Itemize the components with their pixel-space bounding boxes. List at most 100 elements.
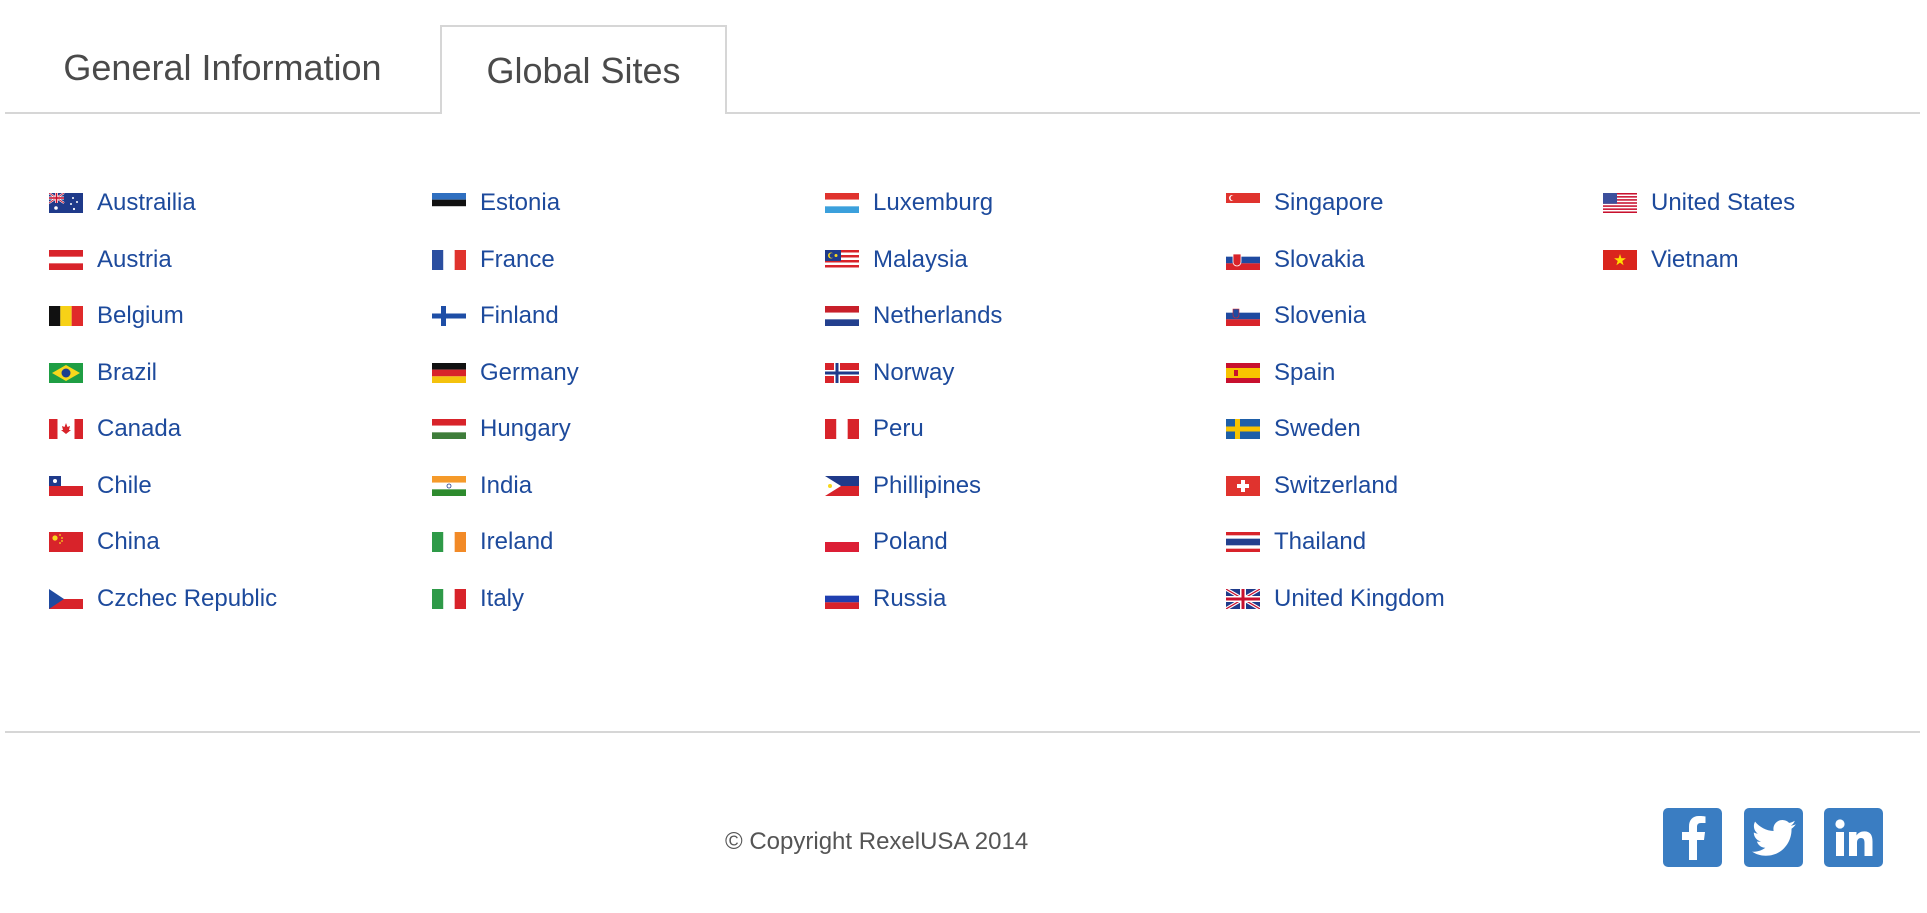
site-link[interactable]: Netherlands (873, 302, 1002, 330)
site-link[interactable]: Ireland (480, 528, 553, 556)
flag-brazil-icon (49, 362, 83, 383)
site-slovakia[interactable]: Slovakia (1226, 232, 1445, 289)
site-phillipines[interactable]: Phillipines (825, 458, 1002, 515)
site-link[interactable]: China (97, 528, 160, 556)
sites-column-3: Luxemburg Malaysia Netherlands Norway Pe… (825, 175, 1002, 627)
sites-column-4: Singapore Slovakia Slovenia Spain Sweden… (1226, 175, 1445, 627)
copyright-text: © Copyright RexelUSA 2014 (725, 828, 1029, 855)
linkedin-button[interactable] (1824, 808, 1883, 867)
site-china[interactable]: China (49, 514, 277, 571)
flag-netherlands-icon (825, 306, 859, 327)
site-link[interactable]: Slovakia (1274, 246, 1365, 274)
site-link[interactable]: Singapore (1274, 189, 1383, 217)
site-link[interactable]: India (480, 472, 532, 500)
site-link[interactable]: Malaysia (873, 246, 968, 274)
site-link[interactable]: Slovenia (1274, 302, 1366, 330)
site-austria[interactable]: Austria (49, 232, 277, 289)
flag-canada-icon (49, 419, 83, 440)
tab-general-information[interactable]: General Information (5, 24, 440, 112)
site-link[interactable]: Russia (873, 585, 946, 613)
flag-united-kingdom-icon (1226, 588, 1260, 609)
site-link[interactable]: Vietnam (1651, 246, 1739, 274)
site-link[interactable]: Sweden (1274, 415, 1361, 443)
site-link[interactable]: Austrailia (97, 189, 196, 217)
site-norway[interactable]: Norway (825, 345, 1002, 402)
site-link[interactable]: Finland (480, 302, 559, 330)
site-link[interactable]: Switzerland (1274, 472, 1398, 500)
site-hungary[interactable]: Hungary (432, 401, 579, 458)
flag-france-icon (432, 249, 466, 270)
site-link[interactable]: Estonia (480, 189, 560, 217)
flag-hungary-icon (432, 419, 466, 440)
site-link[interactable]: United Kingdom (1274, 585, 1445, 613)
site-france[interactable]: France (432, 232, 579, 289)
site-link[interactable]: Canada (97, 415, 181, 443)
tab-global-sites[interactable]: Global Sites (440, 25, 727, 114)
site-link[interactable]: Austria (97, 246, 172, 274)
flag-estonia-icon (432, 193, 466, 214)
flag-czech-republic-icon (49, 588, 83, 609)
site-singapore[interactable]: Singapore (1226, 175, 1445, 232)
flag-luxembourg-icon (825, 193, 859, 214)
site-link[interactable]: Phillipines (873, 472, 981, 500)
site-czchec-republic[interactable]: Czchec Republic (49, 571, 277, 628)
site-link[interactable]: France (480, 246, 555, 274)
site-india[interactable]: India (432, 458, 579, 515)
site-peru[interactable]: Peru (825, 401, 1002, 458)
site-malaysia[interactable]: Malaysia (825, 232, 1002, 289)
facebook-button[interactable] (1663, 808, 1722, 867)
site-finland[interactable]: Finland (432, 288, 579, 345)
site-austrailia[interactable]: Austrailia (49, 175, 277, 232)
site-link[interactable]: Hungary (480, 415, 571, 443)
flag-sweden-icon (1226, 419, 1260, 440)
site-link[interactable]: Thailand (1274, 528, 1366, 556)
flag-peru-icon (825, 419, 859, 440)
site-netherlands[interactable]: Netherlands (825, 288, 1002, 345)
site-germany[interactable]: Germany (432, 345, 579, 402)
site-switzerland[interactable]: Switzerland (1226, 458, 1445, 515)
flag-poland-icon (825, 532, 859, 553)
site-link[interactable]: Chile (97, 472, 152, 500)
site-chile[interactable]: Chile (49, 458, 277, 515)
site-link[interactable]: Luxemburg (873, 189, 993, 217)
site-poland[interactable]: Poland (825, 514, 1002, 571)
site-canada[interactable]: Canada (49, 401, 277, 458)
site-italy[interactable]: Italy (432, 571, 579, 628)
site-vietnam[interactable]: Vietnam (1603, 232, 1795, 289)
site-link[interactable]: Belgium (97, 302, 184, 330)
sites-column-2: Estonia France Finland Germany Hungary I… (432, 175, 579, 627)
site-thailand[interactable]: Thailand (1226, 514, 1445, 571)
site-slovenia[interactable]: Slovenia (1226, 288, 1445, 345)
site-link[interactable]: Italy (480, 585, 524, 613)
site-luxemburg[interactable]: Luxemburg (825, 175, 1002, 232)
site-link[interactable]: Czchec Republic (97, 585, 277, 613)
site-link[interactable]: Spain (1274, 359, 1335, 387)
twitter-button[interactable] (1744, 808, 1803, 867)
site-russia[interactable]: Russia (825, 571, 1002, 628)
flag-italy-icon (432, 588, 466, 609)
site-link[interactable]: Norway (873, 359, 954, 387)
site-link[interactable]: Germany (480, 359, 579, 387)
site-link[interactable]: Brazil (97, 359, 157, 387)
flag-slovakia-icon (1226, 249, 1260, 270)
site-united-kingdom[interactable]: United Kingdom (1226, 571, 1445, 628)
flag-germany-icon (432, 362, 466, 383)
flag-ireland-icon (432, 532, 466, 553)
flag-belgium-icon (49, 306, 83, 327)
site-estonia[interactable]: Estonia (432, 175, 579, 232)
flag-australia-icon (49, 193, 83, 214)
flag-philippines-icon (825, 475, 859, 496)
site-belgium[interactable]: Belgium (49, 288, 277, 345)
site-link[interactable]: Poland (873, 528, 948, 556)
site-united-states[interactable]: United States (1603, 175, 1795, 232)
site-link[interactable]: Peru (873, 415, 924, 443)
site-ireland[interactable]: Ireland (432, 514, 579, 571)
site-link[interactable]: United States (1651, 189, 1795, 217)
site-sweden[interactable]: Sweden (1226, 401, 1445, 458)
flag-malaysia-icon (825, 249, 859, 270)
sites-column-5: United States Vietnam (1603, 175, 1795, 288)
site-spain[interactable]: Spain (1226, 345, 1445, 402)
site-brazil[interactable]: Brazil (49, 345, 277, 402)
flag-slovenia-icon (1226, 306, 1260, 327)
flag-china-icon (49, 532, 83, 553)
